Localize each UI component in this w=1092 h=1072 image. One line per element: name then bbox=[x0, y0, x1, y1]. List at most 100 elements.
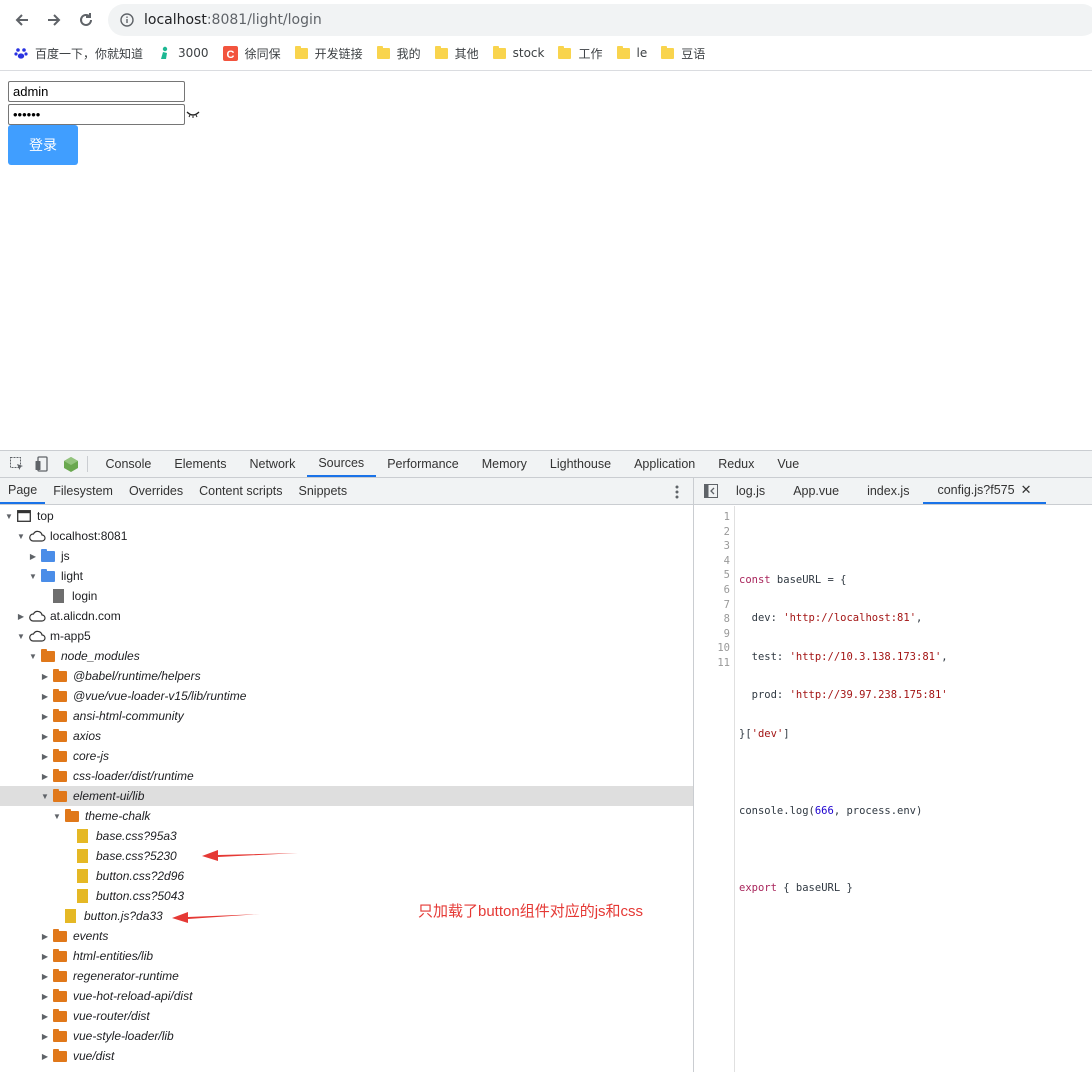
line-number[interactable]: 8 bbox=[694, 612, 730, 627]
collapsed-arrow-icon[interactable]: ▶ bbox=[40, 752, 50, 761]
tab-redux[interactable]: Redux bbox=[707, 451, 766, 477]
tree-item[interactable]: ▶ axios bbox=[0, 726, 693, 746]
tab-filesystem[interactable]: Filesystem bbox=[45, 478, 121, 504]
inspect-icon[interactable] bbox=[9, 456, 25, 472]
tab-network[interactable]: Network bbox=[238, 451, 307, 477]
collapsed-arrow-icon[interactable]: ▶ bbox=[40, 1012, 50, 1021]
username-input[interactable] bbox=[8, 81, 185, 102]
tree-item[interactable]: ▶ html-entities/lib bbox=[0, 946, 693, 966]
line-number[interactable]: 2 bbox=[694, 525, 730, 540]
reload-icon[interactable] bbox=[74, 8, 98, 32]
bookmark-folder[interactable]: 工作 bbox=[558, 45, 603, 62]
expanded-arrow-icon[interactable]: ▼ bbox=[16, 532, 26, 541]
tree-item[interactable]: ▼ theme-chalk bbox=[0, 806, 693, 826]
expanded-arrow-icon[interactable]: ▼ bbox=[28, 652, 38, 661]
editor-tab-app[interactable]: App.vue bbox=[779, 478, 853, 504]
tree-item[interactable]: ▶ @babel/runtime/helpers bbox=[0, 666, 693, 686]
editor-tab-log[interactable]: log.js bbox=[722, 478, 779, 504]
line-number[interactable]: 9 bbox=[694, 627, 730, 642]
collapsed-arrow-icon[interactable]: ▶ bbox=[40, 732, 50, 741]
bookmark-folder[interactable]: 我的 bbox=[376, 45, 421, 62]
tab-content-scripts[interactable]: Content scripts bbox=[191, 478, 290, 504]
line-number[interactable]: 1 bbox=[694, 510, 730, 525]
collapsed-arrow-icon[interactable]: ▶ bbox=[40, 1052, 50, 1061]
tree-item[interactable]: ▶ js bbox=[0, 546, 693, 566]
collapsed-arrow-icon[interactable]: ▶ bbox=[40, 672, 50, 681]
tab-page[interactable]: Page bbox=[0, 478, 46, 504]
tree-item[interactable]: ▼ light bbox=[0, 566, 693, 586]
bookmark-folder[interactable]: 开发链接 bbox=[294, 45, 363, 62]
line-number[interactable]: 10 bbox=[694, 641, 730, 656]
tree-item[interactable]: ▶ @vue/vue-loader-v15/lib/runtime bbox=[0, 686, 693, 706]
expanded-arrow-icon[interactable]: ▼ bbox=[16, 632, 26, 641]
tree-item[interactable]: ▼ top bbox=[0, 506, 693, 526]
collapsed-arrow-icon[interactable]: ▶ bbox=[16, 612, 26, 621]
tree-item[interactable]: ▶ core-js bbox=[0, 746, 693, 766]
tree-item[interactable]: base.css?95a3 bbox=[0, 826, 693, 846]
editor-tab-config[interactable]: config.js?f575 ✕ bbox=[923, 478, 1046, 504]
info-icon[interactable] bbox=[120, 13, 134, 27]
collapsed-arrow-icon[interactable]: ▶ bbox=[40, 932, 50, 941]
login-button[interactable]: 登录 bbox=[8, 125, 78, 165]
tab-snippets[interactable]: Snippets bbox=[291, 478, 356, 504]
bookmark-3000[interactable]: 3000 bbox=[157, 46, 209, 60]
tree-item[interactable]: ▶ ansi-html-community bbox=[0, 706, 693, 726]
eye-closed-icon[interactable] bbox=[186, 109, 200, 119]
collapsed-arrow-icon[interactable]: ▶ bbox=[28, 552, 38, 561]
bookmark-folder[interactable]: 豆语 bbox=[661, 45, 705, 62]
tree-item[interactable]: ▶ events bbox=[0, 926, 693, 946]
tab-console[interactable]: Console bbox=[94, 451, 163, 477]
close-icon[interactable]: ✕ bbox=[1021, 482, 1032, 498]
bookmark-baidu[interactable]: 百度一下，你就知道 bbox=[14, 45, 143, 62]
tab-overrides[interactable]: Overrides bbox=[121, 478, 191, 504]
line-number[interactable]: 11 bbox=[694, 656, 730, 671]
expanded-arrow-icon[interactable]: ▼ bbox=[40, 792, 50, 801]
tree-item[interactable]: ▼ node_modules bbox=[0, 646, 693, 666]
tree-item[interactable]: base.css?5230 bbox=[0, 846, 693, 866]
tab-sources[interactable]: Sources bbox=[306, 451, 376, 477]
collapsed-arrow-icon[interactable]: ▶ bbox=[40, 952, 50, 961]
tree-item[interactable]: ▼ element-ui/lib bbox=[0, 786, 693, 806]
tab-vue[interactable]: Vue bbox=[766, 451, 811, 477]
line-number[interactable]: 4 bbox=[694, 554, 730, 569]
bookmark-folder[interactable]: stock bbox=[492, 45, 544, 60]
line-number[interactable]: 6 bbox=[694, 583, 730, 598]
back-icon[interactable] bbox=[10, 8, 34, 32]
line-number[interactable]: 5 bbox=[694, 568, 730, 583]
tree-item[interactable]: button.css?2d96 bbox=[0, 866, 693, 886]
tree-item[interactable]: login bbox=[0, 586, 693, 606]
tab-performance[interactable]: Performance bbox=[376, 451, 471, 477]
expanded-arrow-icon[interactable]: ▼ bbox=[52, 812, 62, 821]
bookmark-folder[interactable]: 其他 bbox=[434, 45, 479, 62]
expanded-arrow-icon[interactable]: ▼ bbox=[4, 512, 14, 521]
forward-icon[interactable] bbox=[42, 8, 66, 32]
code-editor[interactable]: const baseURL = { dev: 'http://localhost… bbox=[739, 506, 1092, 1072]
tab-application[interactable]: Application bbox=[623, 451, 707, 477]
bookmark-xu[interactable]: C 徐同保 bbox=[222, 45, 281, 62]
editor-tab-index[interactable]: index.js bbox=[853, 478, 923, 504]
tab-elements[interactable]: Elements bbox=[163, 451, 238, 477]
password-input[interactable] bbox=[8, 104, 185, 125]
bookmark-folder[interactable]: le bbox=[616, 45, 647, 60]
tree-item[interactable]: ▶ at.alicdn.com bbox=[0, 606, 693, 626]
device-toggle-icon[interactable] bbox=[35, 456, 49, 472]
expanded-arrow-icon[interactable]: ▼ bbox=[28, 572, 38, 581]
collapsed-arrow-icon[interactable]: ▶ bbox=[40, 772, 50, 781]
tab-memory[interactable]: Memory bbox=[470, 451, 538, 477]
more-options-icon[interactable] bbox=[674, 484, 680, 500]
line-number[interactable]: 7 bbox=[694, 598, 730, 613]
address-bar[interactable]: localhost:8081/light/login bbox=[108, 4, 1092, 36]
toggle-navigator-icon[interactable] bbox=[704, 484, 718, 498]
tree-item[interactable]: ▶ vue-router/dist bbox=[0, 1006, 693, 1026]
tree-item[interactable]: ▶ vue-style-loader/lib bbox=[0, 1026, 693, 1046]
tree-item[interactable]: ▶ regenerator-runtime bbox=[0, 966, 693, 986]
collapsed-arrow-icon[interactable]: ▶ bbox=[40, 992, 50, 1001]
collapsed-arrow-icon[interactable]: ▶ bbox=[40, 1032, 50, 1041]
tree-item[interactable]: ▼ m-app5 bbox=[0, 626, 693, 646]
tree-item[interactable]: ▶ css-loader/dist/runtime bbox=[0, 766, 693, 786]
tab-lighthouse[interactable]: Lighthouse bbox=[538, 451, 622, 477]
line-number[interactable]: 3 bbox=[694, 539, 730, 554]
collapsed-arrow-icon[interactable]: ▶ bbox=[40, 712, 50, 721]
node-hexagon-icon[interactable] bbox=[63, 456, 79, 473]
tree-item[interactable]: ▶ vue-hot-reload-api/dist bbox=[0, 986, 693, 1006]
